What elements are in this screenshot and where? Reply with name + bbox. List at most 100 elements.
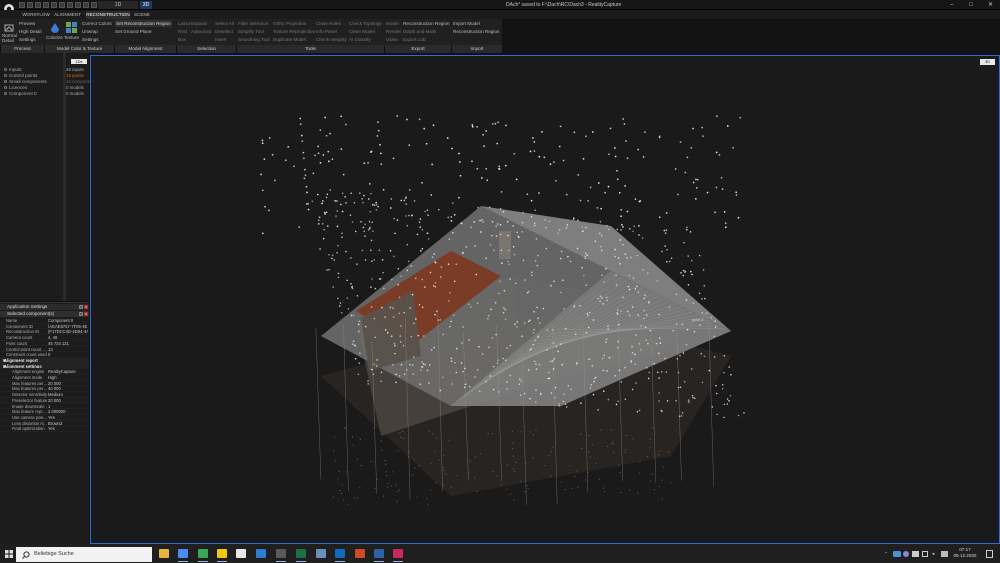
layout-6-icon[interactable]	[59, 2, 65, 8]
colorize-button[interactable]: Colorize	[46, 34, 63, 41]
correct-colors-button[interactable]: Correct Colors	[82, 20, 112, 27]
tree-item-component-0[interactable]: Component 0	[4, 91, 37, 96]
layout-3-icon[interactable]	[35, 2, 41, 8]
photoshop-icon[interactable]	[374, 549, 384, 558]
select-all-button[interactable]: Select All	[215, 20, 234, 27]
check-topology-button[interactable]: Check Topology	[349, 20, 382, 27]
layout-7-icon[interactable]	[67, 2, 73, 8]
tree-item-control-points[interactable]: Control points	[4, 73, 37, 78]
tray-chevron-icon[interactable]: ⌃	[884, 551, 888, 557]
import-model-button[interactable]: Import Model	[453, 20, 480, 27]
document-viewer-icon[interactable]	[236, 549, 246, 558]
set-reconstruction-region-button[interactable]: Set Reconstruction Region	[115, 20, 172, 27]
layout-1-icon[interactable]	[19, 2, 25, 8]
tree-toggle-button[interactable]: 1Ds	[71, 59, 87, 64]
3d-viewport[interactable]	[90, 55, 1000, 544]
setting-row[interactable]: Final optimization Yes	[0, 426, 89, 432]
tray-battery-icon[interactable]	[912, 551, 919, 557]
unwrap-button[interactable]: Unwrap	[82, 28, 98, 35]
tray-network-icon[interactable]	[922, 551, 928, 557]
file-explorer-icon[interactable]	[159, 549, 169, 558]
preview-button[interactable]: Preview	[19, 20, 35, 27]
invert-button[interactable]: Invert	[215, 36, 227, 43]
layout-8-icon[interactable]	[75, 2, 81, 8]
video-button[interactable]: Video	[386, 36, 398, 43]
render-button[interactable]: Render	[386, 28, 401, 35]
export-model-button[interactable]: Model	[386, 20, 399, 27]
outlook-icon[interactable]	[335, 549, 345, 558]
chrome-profile-icon[interactable]	[198, 549, 208, 558]
viewport-mode-badge[interactable]: 3D	[980, 59, 995, 65]
sticky-notes-icon[interactable]	[217, 549, 227, 558]
tray-volume-icon[interactable]: ◂	[932, 551, 934, 557]
check-integrity-button[interactable]: Check Integrity	[316, 36, 347, 43]
info-panel-button[interactable]: Info Panel	[316, 28, 337, 35]
tray-keyboard-icon[interactable]	[941, 551, 948, 557]
texture-button[interactable]: Texture	[64, 34, 79, 41]
maximize-button[interactable]: □	[969, 1, 973, 9]
tree-item-inputs[interactable]: Inputs	[4, 67, 22, 72]
normal-detail-button[interactable]: Normal Detail	[2, 33, 17, 43]
simplify-tool-button[interactable]: Simplify Tool	[238, 28, 264, 35]
application-settings-header[interactable]: Application Settings ▢ ×	[0, 304, 89, 310]
excel-icon[interactable]	[296, 549, 306, 558]
close-holes-button[interactable]: Close Holes	[316, 20, 341, 27]
calculator-icon[interactable]	[256, 549, 266, 558]
tree-expand-icon[interactable]	[4, 92, 7, 95]
minimize-button[interactable]: –	[950, 1, 953, 9]
taskbar-search-input[interactable]: Beliebige Suche	[16, 547, 152, 562]
tree-item-small-components[interactable]: Small components	[4, 79, 47, 84]
clean-model-button[interactable]: Clean Model	[349, 28, 375, 35]
export-lod-button[interactable]: Export LoD	[403, 36, 426, 43]
indesign-icon[interactable]	[393, 549, 403, 558]
network-drive-icon[interactable]	[316, 549, 326, 558]
tab-1d-view[interactable]: 1D	[98, 1, 138, 9]
box-button[interactable]: Box	[178, 36, 186, 43]
collapse-icon[interactable]: ▢	[79, 305, 83, 309]
texture-reprojection-button[interactable]: Texture Reprojection	[273, 28, 315, 35]
tree-item-licences[interactable]: Licences	[4, 85, 27, 90]
tray-cloud-icon[interactable]	[903, 551, 909, 557]
taskbar-clock[interactable]: 07:17 09.12.2020	[953, 547, 977, 559]
chrome-icon[interactable]	[178, 549, 188, 558]
layout-4-icon[interactable]	[43, 2, 49, 8]
set-ground-plane-button[interactable]: Set Ground Plane	[115, 28, 152, 35]
ai-classify-button[interactable]: AI Classify	[349, 36, 371, 43]
high-detail-button[interactable]: High Detail	[19, 28, 41, 35]
tree-expand-icon[interactable]	[4, 86, 7, 89]
tree-expand-icon[interactable]	[4, 68, 7, 71]
tree-expand-icon[interactable]	[4, 80, 7, 83]
texture-settings-button[interactable]: Settings	[82, 36, 99, 43]
close-panel-icon[interactable]: ×	[84, 305, 88, 309]
point-cloud-scene[interactable]	[91, 56, 1000, 544]
rect-button[interactable]: Rect	[178, 28, 187, 35]
lasso-button[interactable]: Lasso	[178, 20, 190, 27]
tray-app-icon[interactable]	[893, 551, 901, 557]
tab-reconstruction[interactable]: RECONSTRUCTION	[86, 11, 130, 19]
layout-2-icon[interactable]	[27, 2, 33, 8]
tree-expand-icon[interactable]	[4, 74, 7, 77]
import-reconstruction-region-button[interactable]: Reconstruction Region	[453, 28, 499, 35]
redo-icon[interactable]	[91, 2, 97, 8]
process-settings-button[interactable]: Settings	[19, 36, 36, 43]
depth-and-mask-button[interactable]: Depth and Mask	[403, 28, 436, 35]
selected-components-header[interactable]: Selected component(s) ▢ ×	[0, 311, 89, 317]
close-panel-icon[interactable]: ×	[84, 312, 88, 316]
ortho-projection-button[interactable]: Ortho Projection	[273, 20, 306, 27]
undo-icon[interactable]	[83, 2, 89, 8]
realitycapture-icon[interactable]	[276, 549, 286, 558]
filter-selection-button[interactable]: Filter Selection	[238, 20, 268, 27]
windows-start-icon[interactable]	[5, 550, 13, 558]
close-button[interactable]: ✕	[988, 1, 993, 9]
tab-alignment[interactable]: ALIGNMENT	[53, 11, 82, 19]
advanced-button[interactable]: Advanced	[191, 28, 211, 35]
layout-5-icon[interactable]	[51, 2, 57, 8]
smoothing-tool-button[interactable]: Smoothing Tool	[238, 36, 270, 43]
tab-workflow[interactable]: WORKFLOW	[22, 11, 50, 19]
expand-button[interactable]: Expand	[191, 20, 207, 27]
collapse-icon[interactable]: ▢	[79, 312, 83, 316]
deselect-button[interactable]: Deselect	[215, 28, 233, 35]
notification-center-icon[interactable]	[986, 550, 993, 558]
export-reconstruction-region-button[interactable]: Reconstruction Region	[403, 20, 449, 27]
tab-3d-view[interactable]: 3D	[140, 1, 152, 9]
